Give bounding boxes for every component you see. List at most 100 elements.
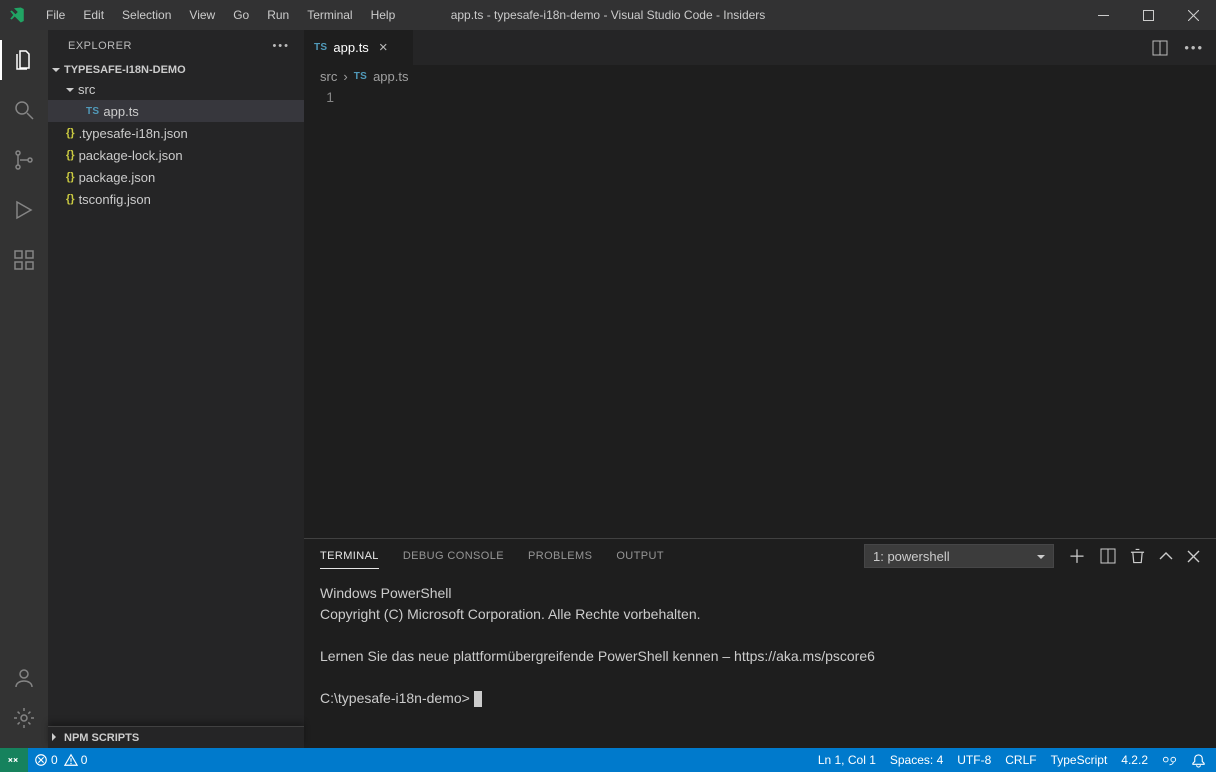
accounts-icon[interactable] <box>0 658 48 698</box>
kill-terminal-icon[interactable] <box>1130 548 1145 564</box>
explorer-icon[interactable] <box>0 40 48 80</box>
menu-view[interactable]: View <box>181 4 223 26</box>
chevron-down-icon <box>52 64 60 76</box>
project-name: TYPESAFE-I18N-DEMO <box>64 64 186 76</box>
run-debug-icon[interactable] <box>0 190 48 230</box>
titlebar: File Edit Selection View Go Run Terminal… <box>0 0 1216 30</box>
json-icon: {} <box>66 193 75 205</box>
panel-actions: 1: powershell ＋ <box>864 543 1200 569</box>
sidebar-title: EXPLORER <box>68 40 132 52</box>
eol-status[interactable]: CRLF <box>1005 753 1036 767</box>
breadcrumb-folder: src <box>320 69 337 84</box>
terminal-body[interactable]: Windows PowerShell Copyright (C) Microso… <box>304 573 1216 748</box>
file-label: package-lock.json <box>79 148 183 163</box>
editor-group: TS app.ts × ••• src › TS app.ts 1 TERMIN… <box>304 30 1216 748</box>
line-number: 1 <box>304 89 334 105</box>
json-icon: {} <box>66 149 75 161</box>
editor[interactable]: 1 <box>304 87 1216 538</box>
project-root[interactable]: TYPESAFE-I18N-DEMO <box>48 62 304 78</box>
split-editor-icon[interactable] <box>1152 40 1168 56</box>
panel-tabs: TERMINAL DEBUG CONSOLE PROBLEMS OUTPUT 1… <box>304 539 1216 573</box>
sidebar: EXPLORER ••• TYPESAFE-I18N-DEMO src TS a… <box>48 30 304 748</box>
menu-terminal[interactable]: Terminal <box>299 4 360 26</box>
menu-run[interactable]: Run <box>259 4 297 26</box>
folder-src[interactable]: src <box>48 78 304 100</box>
cursor-position[interactable]: Ln 1, Col 1 <box>818 753 876 767</box>
file-label: package.json <box>79 170 156 185</box>
file-app-ts[interactable]: TS app.ts <box>48 100 304 122</box>
terminal-line: Lernen Sie das neue plattformübergreifen… <box>320 646 1200 667</box>
json-icon: {} <box>66 171 75 183</box>
window-title: app.ts - typesafe-i18n-demo - Visual Stu… <box>451 8 766 22</box>
panel-tab-terminal[interactable]: TERMINAL <box>320 544 379 569</box>
status-left: 0 0 <box>0 748 87 772</box>
status-right: Ln 1, Col 1 Spaces: 4 UTF-8 CRLF TypeScr… <box>818 753 1206 768</box>
file-typesafe-json[interactable]: {} .typesafe-i18n.json <box>48 122 304 144</box>
breadcrumb-sep: › <box>343 69 347 84</box>
close-button[interactable] <box>1171 0 1216 30</box>
folder-label: src <box>78 82 95 97</box>
sidebar-more-icon[interactable]: ••• <box>272 40 290 52</box>
menu-go[interactable]: Go <box>225 4 257 26</box>
file-package-json[interactable]: {} package.json <box>48 166 304 188</box>
menu-file[interactable]: File <box>38 4 73 26</box>
maximize-button[interactable] <box>1126 0 1171 30</box>
terminal-line: Copyright (C) Microsoft Corporation. All… <box>320 604 1200 625</box>
window-controls <box>1081 0 1216 30</box>
file-tree: src TS app.ts {} .typesafe-i18n.json {} … <box>48 78 304 210</box>
encoding-status[interactable]: UTF-8 <box>957 753 991 767</box>
errors-count: 0 <box>51 753 58 767</box>
tab-app-ts[interactable]: TS app.ts × <box>304 30 414 65</box>
editor-content[interactable] <box>352 87 1216 538</box>
npm-scripts-label: NPM SCRIPTS <box>64 732 139 744</box>
terminal-select[interactable]: 1: powershell <box>864 544 1054 568</box>
more-actions-icon[interactable]: ••• <box>1184 40 1204 55</box>
bottom-panel: TERMINAL DEBUG CONSOLE PROBLEMS OUTPUT 1… <box>304 538 1216 748</box>
activity-bar-bottom <box>0 658 48 738</box>
activity-bar <box>0 30 48 748</box>
panel-tab-output[interactable]: OUTPUT <box>616 544 664 568</box>
menu-bar: File Edit Selection View Go Run Terminal… <box>38 4 403 26</box>
line-gutter: 1 <box>304 87 352 538</box>
maximize-panel-icon[interactable] <box>1159 552 1173 560</box>
npm-scripts-section[interactable]: NPM SCRIPTS <box>48 726 304 748</box>
breadcrumb[interactable]: src › TS app.ts <box>304 65 1216 87</box>
close-panel-icon[interactable] <box>1187 550 1200 563</box>
errors-indicator[interactable]: 0 <box>34 753 58 767</box>
indent-status[interactable]: Spaces: 4 <box>890 753 943 767</box>
panel-tab-problems[interactable]: PROBLEMS <box>528 544 592 568</box>
settings-gear-icon[interactable] <box>0 698 48 738</box>
language-status[interactable]: TypeScript <box>1051 753 1108 767</box>
file-tsconfig[interactable]: {} tsconfig.json <box>48 188 304 210</box>
menu-selection[interactable]: Selection <box>114 4 179 26</box>
warnings-indicator[interactable]: 0 <box>64 753 88 767</box>
menu-edit[interactable]: Edit <box>75 4 112 26</box>
search-icon[interactable] <box>0 90 48 130</box>
panel-tab-debug-console[interactable]: DEBUG CONSOLE <box>403 544 504 568</box>
chevron-down-icon <box>66 82 74 97</box>
split-terminal-icon[interactable] <box>1100 548 1116 564</box>
terminal-prompt: C:\typesafe-i18n-demo> <box>320 688 1200 709</box>
typescript-icon: TS <box>86 106 99 117</box>
file-package-lock[interactable]: {} package-lock.json <box>48 144 304 166</box>
tab-actions: ••• <box>1152 30 1216 65</box>
cursor-icon <box>474 691 482 707</box>
notifications-icon[interactable] <box>1191 753 1206 768</box>
file-label: .typesafe-i18n.json <box>79 126 188 141</box>
menu-help[interactable]: Help <box>363 4 404 26</box>
feedback-icon[interactable] <box>1162 753 1177 768</box>
typescript-icon: TS <box>314 42 327 53</box>
chevron-right-icon <box>52 732 60 744</box>
minimize-button[interactable] <box>1081 0 1126 30</box>
tab-close-icon[interactable]: × <box>379 39 388 56</box>
extensions-icon[interactable] <box>0 240 48 280</box>
remote-indicator[interactable] <box>0 748 28 772</box>
new-terminal-icon[interactable]: ＋ <box>1068 543 1086 569</box>
vscode-logo-icon <box>8 6 26 24</box>
file-label: app.ts <box>103 104 138 119</box>
source-control-icon[interactable] <box>0 140 48 180</box>
chevron-down-icon <box>1037 549 1045 564</box>
tab-bar: TS app.ts × ••• <box>304 30 1216 65</box>
terminal-select-label: 1: powershell <box>873 549 950 564</box>
ts-version[interactable]: 4.2.2 <box>1121 753 1148 767</box>
